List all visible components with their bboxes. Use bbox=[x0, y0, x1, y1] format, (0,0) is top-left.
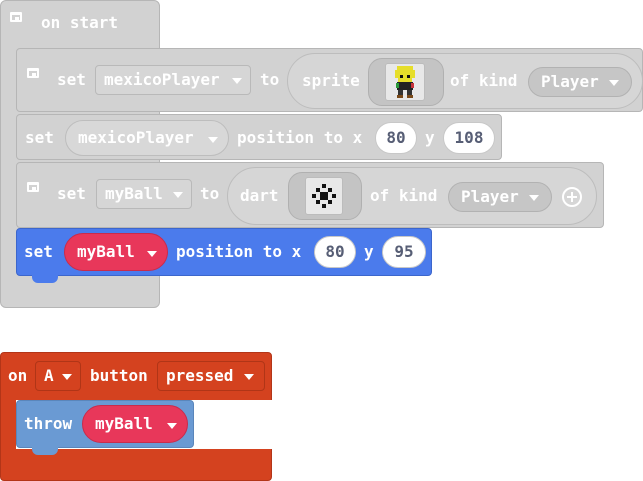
chevron-down-icon bbox=[529, 195, 539, 201]
button-dropdown[interactable]: A bbox=[35, 361, 81, 391]
variable-name: myBall bbox=[95, 414, 153, 433]
of-kind-label: of kind bbox=[370, 186, 438, 205]
position-to-x-label: position to x bbox=[237, 128, 363, 147]
dart-image bbox=[305, 177, 343, 215]
chevron-down-icon bbox=[232, 78, 242, 84]
variable-name: myBall bbox=[77, 242, 135, 261]
chevron-down-icon bbox=[62, 374, 72, 380]
block-notch bbox=[32, 447, 58, 455]
dart-label: dart bbox=[240, 186, 279, 205]
set-label: set bbox=[57, 70, 86, 89]
dart-sprite-icon bbox=[312, 184, 336, 208]
set-ball-block[interactable]: set myBall to dart of kind Player bbox=[16, 162, 604, 228]
set-ball-position-block[interactable]: set myBall position to x 80 y 95 bbox=[16, 228, 432, 276]
on-start-label: on start bbox=[41, 13, 119, 32]
x-value-input[interactable]: 80 bbox=[375, 122, 417, 154]
kind-name: Player bbox=[541, 72, 599, 91]
kind-dropdown[interactable]: Player bbox=[448, 182, 552, 212]
variable-dropdown[interactable]: mexicoPlayer bbox=[95, 65, 251, 95]
set-label: set bbox=[24, 242, 53, 261]
collapse-icon[interactable] bbox=[10, 12, 22, 22]
y-value-input[interactable]: 95 bbox=[382, 236, 426, 268]
throw-block[interactable]: throw myBall bbox=[16, 400, 194, 448]
kind-dropdown[interactable]: Player bbox=[528, 67, 632, 97]
chevron-down-icon bbox=[147, 251, 157, 257]
set-label: set bbox=[25, 128, 54, 147]
chevron-down-icon bbox=[609, 80, 619, 86]
sprite-label: sprite bbox=[302, 71, 360, 90]
button-name: A bbox=[44, 366, 54, 385]
on-label: on bbox=[8, 366, 28, 385]
y-label: y bbox=[364, 242, 374, 261]
sprite-image-picker[interactable] bbox=[368, 58, 444, 106]
dart-reporter[interactable]: dart of kind Player bbox=[227, 167, 597, 225]
of-kind-label: of kind bbox=[450, 71, 518, 90]
chevron-down-icon bbox=[173, 192, 183, 198]
y-label: y bbox=[425, 128, 435, 147]
event-name: pressed bbox=[166, 366, 234, 385]
chevron-down-icon bbox=[244, 374, 254, 380]
variable-name: mexicoPlayer bbox=[104, 70, 220, 89]
on-start-header: on start bbox=[0, 0, 160, 46]
button-label: button bbox=[90, 366, 148, 385]
variable-dropdown[interactable]: myBall bbox=[96, 179, 192, 209]
to-label: to bbox=[200, 184, 220, 203]
throw-label: throw bbox=[24, 414, 73, 433]
block-notch bbox=[32, 275, 58, 283]
variable-name: myBall bbox=[105, 184, 163, 203]
collapse-icon[interactable] bbox=[27, 182, 39, 192]
kind-name: Player bbox=[461, 187, 519, 206]
variable-dropdown[interactable]: myBall bbox=[82, 405, 188, 443]
chevron-down-icon bbox=[208, 137, 218, 143]
x-value-input[interactable]: 80 bbox=[314, 236, 356, 268]
set-player-position-block[interactable]: set mexicoPlayer position to x 80 y 108 bbox=[16, 114, 502, 160]
variable-dropdown[interactable]: mexicoPlayer bbox=[65, 120, 229, 156]
player-sprite-icon bbox=[395, 66, 415, 98]
event-dropdown[interactable]: pressed bbox=[157, 361, 265, 391]
player-sprite-image bbox=[385, 63, 425, 101]
sprite-reporter[interactable]: sprite of kind Player bbox=[287, 53, 643, 109]
chevron-down-icon bbox=[167, 423, 177, 429]
to-label: to bbox=[260, 70, 280, 89]
collapse-icon[interactable] bbox=[27, 68, 39, 78]
set-label: set bbox=[57, 184, 86, 203]
on-button-header: on A button pressed bbox=[0, 352, 272, 400]
plus-circle-icon[interactable] bbox=[561, 186, 583, 208]
dart-image-picker[interactable] bbox=[288, 172, 362, 220]
variable-name: mexicoPlayer bbox=[78, 128, 194, 147]
y-value-input[interactable]: 108 bbox=[443, 122, 495, 154]
position-to-x-label: position to x bbox=[176, 242, 302, 261]
variable-dropdown[interactable]: myBall bbox=[64, 233, 168, 271]
set-player-block[interactable]: set mexicoPlayer to sprite of kind Playe… bbox=[16, 48, 643, 112]
